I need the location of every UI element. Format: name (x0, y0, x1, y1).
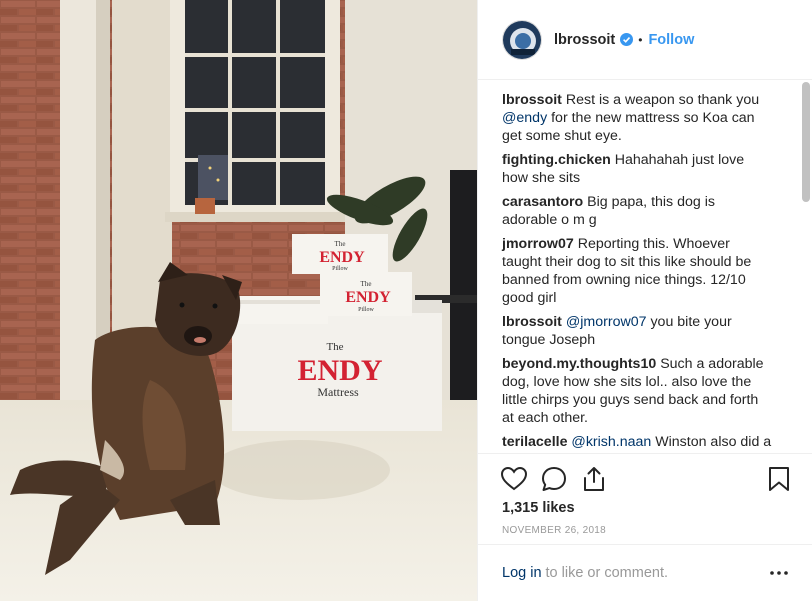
comment-username[interactable]: fighting.chicken (502, 152, 611, 168)
dog-with-endy-boxes-image: The ENDY Mattress The ENDY Pillow The EN… (0, 0, 477, 601)
svg-text:The: The (335, 240, 346, 248)
svg-text:The: The (326, 341, 343, 353)
more-options-icon[interactable] (769, 565, 789, 581)
comment-username[interactable]: lbrossoit (502, 92, 562, 108)
comment-mention[interactable]: @krish.naan (571, 434, 651, 450)
comment-item: fighting.chicken Hahahahah just love how… (502, 151, 773, 187)
svg-text:The: The (361, 280, 372, 288)
login-prompt-text: to like or comment. (545, 565, 669, 581)
avatar-image (503, 20, 541, 59)
comment-item: lbrossoit @jmorrow07 you bite your tongu… (502, 313, 773, 349)
login-prompt: Log in to like or comment. (478, 544, 812, 601)
comment-text: Rest is a weapon so thank you (565, 92, 760, 108)
heart-icon[interactable] (500, 465, 528, 493)
comment-item: jmorrow07 Reporting this. Whoever taught… (502, 235, 773, 307)
login-link[interactable]: Log in (502, 565, 542, 581)
comments-list[interactable]: lbrossoit Rest is a weapon so thank you … (478, 81, 812, 453)
svg-text:ENDY: ENDY (297, 354, 382, 387)
post-photo[interactable]: The ENDY Mattress The ENDY Pillow The EN… (0, 0, 477, 601)
svg-text:ENDY: ENDY (319, 249, 365, 266)
endy-pillow-box-upper: The ENDY Pillow (292, 234, 388, 274)
svg-text:Mattress: Mattress (317, 385, 359, 399)
comment-item: terilacelle @krish.naan Winston also did… (502, 433, 773, 451)
comment-username[interactable]: beyond.my.thoughts10 (502, 356, 656, 372)
endy-pillow-box-lower: The ENDY Pillow (320, 272, 412, 316)
header-username[interactable]: lbrossoit (554, 32, 615, 48)
comment-username[interactable]: terilacelle (502, 434, 567, 450)
svg-text:Pillow: Pillow (358, 307, 374, 313)
separator-dot: • (638, 32, 643, 47)
follow-button[interactable]: Follow (648, 32, 694, 48)
post-header: lbrossoit • Follow (478, 0, 812, 80)
comment-item: lbrossoit Rest is a weapon so thank you … (502, 91, 773, 145)
post-date[interactable]: NOVEMBER 26, 2018 (502, 525, 606, 536)
avatar[interactable] (502, 19, 542, 60)
share-icon[interactable] (580, 465, 608, 493)
verified-badge-icon (620, 33, 634, 46)
comment-mention[interactable]: @endy (502, 110, 547, 126)
post-details-panel: lbrossoit • Follow lbrossoit Rest is a w… (477, 0, 812, 601)
comment-mention[interactable]: @jmorrow07 (566, 314, 647, 330)
bookmark-icon[interactable] (765, 465, 793, 493)
likes-count[interactable]: 1,315 likes (502, 500, 575, 516)
comment-username[interactable]: lbrossoit (502, 314, 562, 330)
comment-username[interactable]: jmorrow07 (502, 236, 574, 252)
comments-scrollbar[interactable] (802, 82, 810, 202)
comment-username[interactable]: carasantoro (502, 194, 583, 210)
comment-item: carasantoro Big papa, this dog is adorab… (502, 193, 773, 229)
svg-text:Pillow: Pillow (332, 266, 348, 272)
comment-item: beyond.my.thoughts10 Such a adorable dog… (502, 355, 773, 427)
comment-icon[interactable] (540, 465, 568, 493)
svg-text:ENDY: ENDY (345, 289, 391, 306)
comment-text: Winston also did a (651, 434, 772, 450)
